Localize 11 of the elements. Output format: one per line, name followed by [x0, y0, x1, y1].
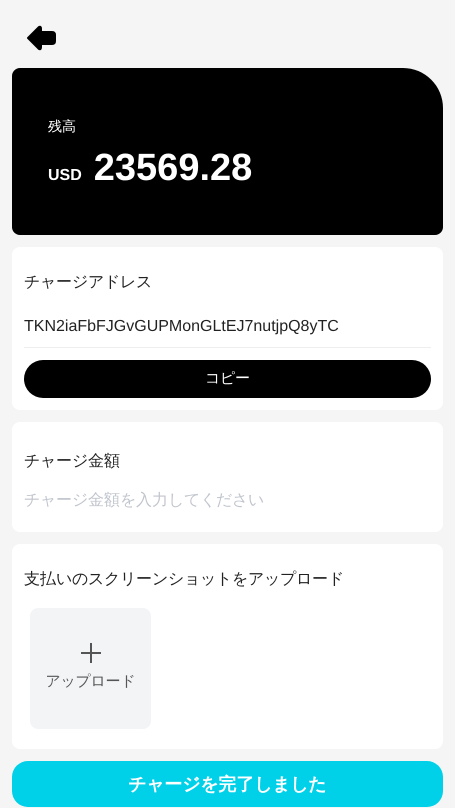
card-title: チャージアドレス	[24, 273, 153, 293]
back-arrow-icon[interactable]	[26, 25, 56, 51]
card-title: チャージ金額	[24, 452, 121, 472]
currency-label: USD	[48, 166, 82, 186]
copy-button[interactable]: コピー	[24, 360, 431, 398]
card-title: 支払いのスクリーンショットをアップロード	[24, 570, 345, 590]
balance-label: 残高	[48, 116, 77, 136]
deposit-address: TKN2iaFbFJGvGUPMonGLtEJ7nutjpQ8yTC	[24, 315, 431, 348]
plus-icon	[80, 643, 100, 664]
upload-tile[interactable]: アップロード	[30, 608, 151, 729]
balance-amount: 23569.28	[94, 148, 252, 186]
